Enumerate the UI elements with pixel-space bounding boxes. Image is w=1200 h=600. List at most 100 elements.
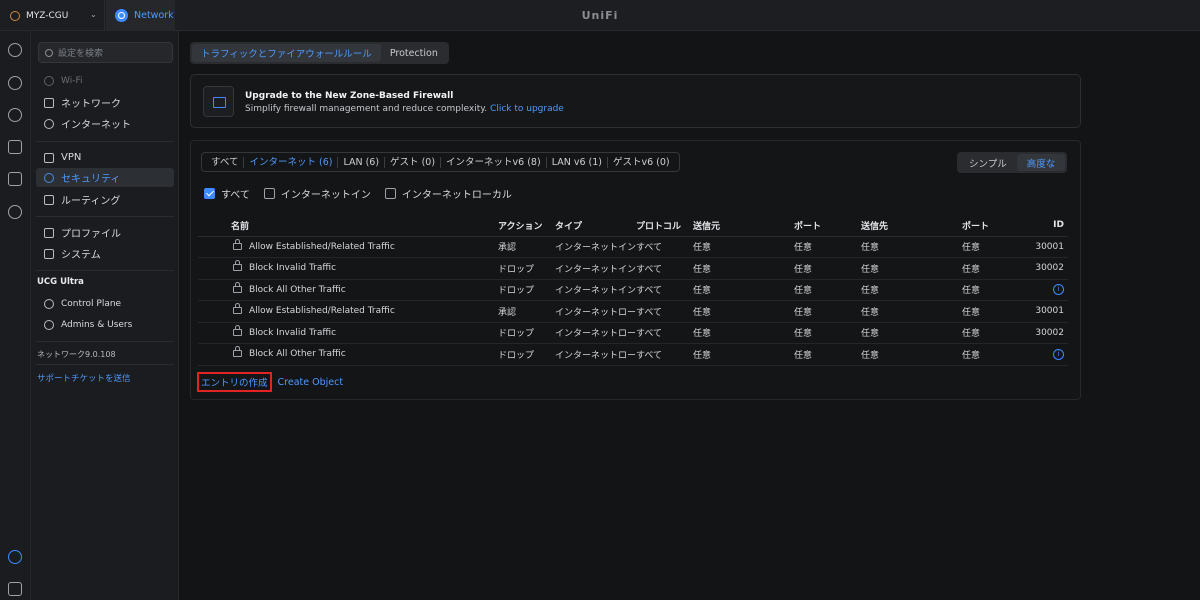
sidebar-item-wifi[interactable]: Wi-Fi	[36, 71, 174, 90]
col-header-destination-port[interactable]: ポート	[962, 215, 1022, 237]
sidebar-item-system[interactable]: システム	[36, 244, 174, 263]
col-header-source-port[interactable]: ポート	[794, 215, 861, 237]
rule-id-cell: i	[1022, 279, 1068, 301]
col-header-action[interactable]: アクション	[498, 215, 555, 237]
filter-lan-v6[interactable]: LAN v6 (1)	[547, 156, 608, 168]
col-header-type[interactable]: タイプ	[555, 215, 636, 237]
dashboard-icon[interactable]	[8, 43, 22, 57]
col-header-protocol[interactable]: プロトコル	[636, 215, 693, 237]
sidebar-item-security[interactable]: セキュリティ	[36, 168, 174, 187]
sidebar-item-label: ルーティング	[61, 196, 121, 207]
rule-type-cell: インターネットイン	[555, 257, 636, 280]
rule-source: 任意	[693, 264, 712, 275]
filter-internet[interactable]: インターネット (6)	[244, 156, 339, 168]
rule-destination: 任意	[861, 350, 880, 361]
clients-icon[interactable]	[8, 140, 22, 154]
apps-icon[interactable]	[8, 172, 22, 186]
checkbox[interactable]	[384, 188, 396, 199]
topology-icon[interactable]	[8, 76, 22, 90]
upgrade-link[interactable]: Click to upgrade	[490, 104, 564, 114]
sidebar-item-internet[interactable]: インターネット	[36, 114, 174, 133]
rule-action-cell: 承認	[498, 300, 555, 323]
rule-name-cell: Block All Other Traffic	[198, 343, 498, 366]
rule-type-cell: インターネットローカル	[555, 300, 636, 323]
advanced-view-button[interactable]: 高度な	[1016, 154, 1066, 171]
rule-protocol-cell: すべて	[636, 236, 693, 258]
sidebar-item-vpn[interactable]: VPN	[36, 148, 174, 167]
rule-destination-cell: 任意	[861, 257, 962, 280]
profile-icon	[44, 227, 54, 238]
version-label: ネットワーク9.0.108	[37, 350, 116, 359]
rule-destination-port-cell: 任意	[962, 257, 1022, 280]
check-all[interactable]: すべて	[204, 186, 250, 201]
rule-destination-port-cell: 任意	[962, 300, 1022, 323]
table-row[interactable]: Block All Other Traffic ドロップ インターネットイン すべて 任…	[198, 279, 1068, 301]
simple-view-button[interactable]: シンプル	[959, 154, 1017, 171]
filter-internet-v6[interactable]: インターネットv6 (8)	[441, 156, 547, 168]
rule-source-port: 任意	[794, 329, 813, 340]
settings-gear-icon[interactable]	[8, 550, 22, 564]
rule-source-cell: 任意	[693, 257, 794, 280]
insights-icon[interactable]	[8, 205, 22, 219]
sidebar-item-admins-users[interactable]: Admins & Users	[36, 315, 174, 334]
check-internet-in[interactable]: インターネットイン	[263, 186, 371, 201]
info-icon[interactable]: i	[1053, 284, 1064, 296]
col-header-source[interactable]: 送信元	[693, 215, 794, 237]
filter-guest[interactable]: ゲスト (0)	[385, 156, 442, 168]
rule-name-cell: Block Invalid Traffic	[198, 257, 498, 280]
col-header-destination[interactable]: 送信先	[861, 215, 962, 237]
view-mode-switch: シンプル 高度な	[957, 152, 1068, 173]
vpn-icon	[44, 152, 54, 163]
main-tabs: トラフィックとファイアウォールルール Protection	[190, 42, 449, 64]
table-row[interactable]: Block All Other Traffic ドロップ インターネットローカルすべ…	[198, 343, 1068, 366]
rule-protocol: すべて	[636, 350, 663, 361]
rule-source: 任意	[693, 350, 712, 361]
tab-traffic-firewall-rules[interactable]: トラフィックとファイアウォールルール	[192, 44, 381, 62]
rule-destination-port: 任意	[962, 307, 981, 318]
checkbox[interactable]	[263, 188, 275, 199]
devices-icon[interactable]	[8, 108, 22, 122]
filter-guest-v6[interactable]: ゲストv6 (0)	[608, 157, 675, 168]
table-row[interactable]: Block Invalid Traffic ドロップ インターネットイン すべて 任意 任…	[198, 257, 1068, 280]
rule-name-cell: Allow Established/Related Traffic	[198, 236, 498, 258]
cloud-icon	[44, 298, 54, 309]
create-entry-button[interactable]: エントリの作成	[197, 372, 272, 392]
rule-action-cell: ドロップ	[498, 343, 555, 366]
rule-name: Allow Established/Related Traffic	[249, 306, 395, 317]
rule-destination-port-cell: 任意	[962, 279, 1022, 301]
support-ticket-link[interactable]: サポートチケットを送信	[37, 372, 131, 384]
settings-search-input[interactable]: 設定を検索	[38, 42, 173, 63]
rule-destination-cell: 任意	[861, 279, 962, 301]
create-object-button[interactable]: Create Object	[278, 377, 344, 388]
info-icon[interactable]: i	[1053, 348, 1064, 360]
firewall-rules-table: 名前 アクション タイプ プロトコル 送信元 ポート 送信先 ポート ID Al…	[198, 215, 1068, 366]
sidebar-item-routing[interactable]: ルーティング	[36, 190, 174, 209]
table-row[interactable]: Allow Established/Related Traffic 承認 インターネ…	[198, 236, 1068, 258]
rule-filter-tabs: すべて インターネット (6) LAN (6) ゲスト (0) インターネットv…	[201, 152, 680, 172]
table-row[interactable]: Block Invalid Traffic ドロップ インターネットローカルすべて 任…	[198, 322, 1068, 344]
rule-type-cell: インターネットイン	[555, 279, 636, 301]
sidebar-item-profiles[interactable]: プロファイル	[36, 223, 174, 242]
rule-protocol-cell: すべて	[636, 279, 693, 301]
sidebar-item-label: システム	[61, 250, 101, 261]
filter-lan[interactable]: LAN (6)	[338, 156, 386, 168]
sidebar-item-network[interactable]: ネットワーク	[36, 93, 174, 112]
rule-type: インターネットイン	[555, 286, 636, 297]
checkbox-checked[interactable]	[204, 188, 215, 199]
logs-icon[interactable]	[8, 582, 22, 596]
col-header-name[interactable]: 名前	[198, 215, 498, 237]
sidebar-item-control-plane[interactable]: Control Plane	[36, 294, 174, 313]
check-internet-local[interactable]: インターネットローカル	[384, 186, 512, 201]
rule-action: ドロップ	[498, 264, 535, 275]
tab-protection[interactable]: Protection	[381, 44, 447, 62]
table-row[interactable]: Allow Established/Related Traffic 承認 インターネ…	[198, 300, 1068, 323]
rule-action: ドロップ	[498, 329, 535, 340]
rule-source-cell: 任意	[693, 236, 794, 258]
rule-source-port-cell: 任意	[794, 257, 861, 280]
rule-action-cell: ドロップ	[498, 279, 555, 301]
col-header-id[interactable]: ID	[1022, 215, 1068, 237]
system-icon	[44, 248, 54, 259]
filter-all[interactable]: すべて	[206, 156, 245, 168]
checkbox-label: すべて	[221, 190, 250, 201]
network-icon	[44, 97, 54, 108]
